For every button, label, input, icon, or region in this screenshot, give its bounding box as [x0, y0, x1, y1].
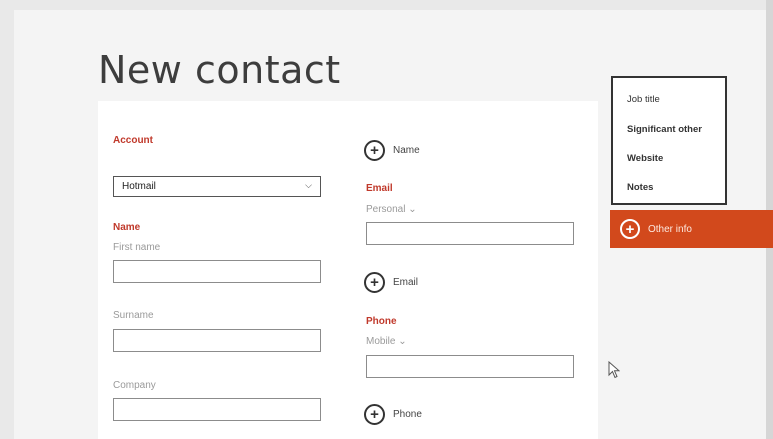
chevron-down-icon: ⌵ — [305, 180, 312, 190]
add-name-label: Name — [393, 145, 420, 156]
email-section-label: Email — [366, 183, 393, 194]
phone-input[interactable] — [366, 355, 574, 378]
phone-type-selector[interactable]: Mobile ⌄ — [366, 336, 407, 347]
account-select-value: Hotmail — [122, 181, 156, 192]
menu-item-job-title[interactable]: Job title — [627, 94, 660, 105]
email-type-selector[interactable]: Personal ⌄ — [366, 204, 417, 215]
plus-circle-icon: + — [364, 272, 385, 293]
page-title: New contact — [98, 48, 341, 92]
surname-label: Surname — [113, 310, 154, 321]
plus-circle-icon: + — [620, 219, 640, 239]
email-input[interactable] — [366, 222, 574, 245]
other-info-label: Other info — [648, 223, 692, 235]
menu-item-significant-other[interactable]: Significant other — [627, 124, 702, 135]
company-label: Company — [113, 380, 156, 391]
first-name-label: First name — [113, 242, 161, 253]
surname-input[interactable] — [113, 329, 321, 352]
other-info-button[interactable]: + Other info — [610, 210, 773, 248]
plus-circle-icon: + — [364, 404, 385, 425]
add-email-label: Email — [393, 277, 419, 288]
account-select[interactable]: Hotmail ⌵ — [113, 176, 321, 197]
name-section-label: Name — [113, 222, 141, 233]
company-input[interactable] — [113, 398, 321, 421]
phone-section-label: Phone — [366, 316, 397, 327]
add-email-button[interactable]: + Email — [364, 272, 418, 293]
mouse-pointer-icon — [608, 361, 620, 379]
menu-item-website[interactable]: Website — [627, 153, 663, 164]
account-section-label: Account — [113, 135, 153, 146]
add-name-button[interactable]: + Name — [364, 140, 420, 161]
add-phone-button[interactable]: + Phone — [364, 404, 422, 425]
other-info-menu: Job title Significant other Website Note… — [611, 76, 727, 205]
plus-circle-icon: + — [364, 140, 385, 161]
add-phone-label: Phone — [393, 409, 422, 420]
menu-item-notes[interactable]: Notes — [627, 182, 653, 193]
first-name-input[interactable] — [113, 260, 321, 283]
